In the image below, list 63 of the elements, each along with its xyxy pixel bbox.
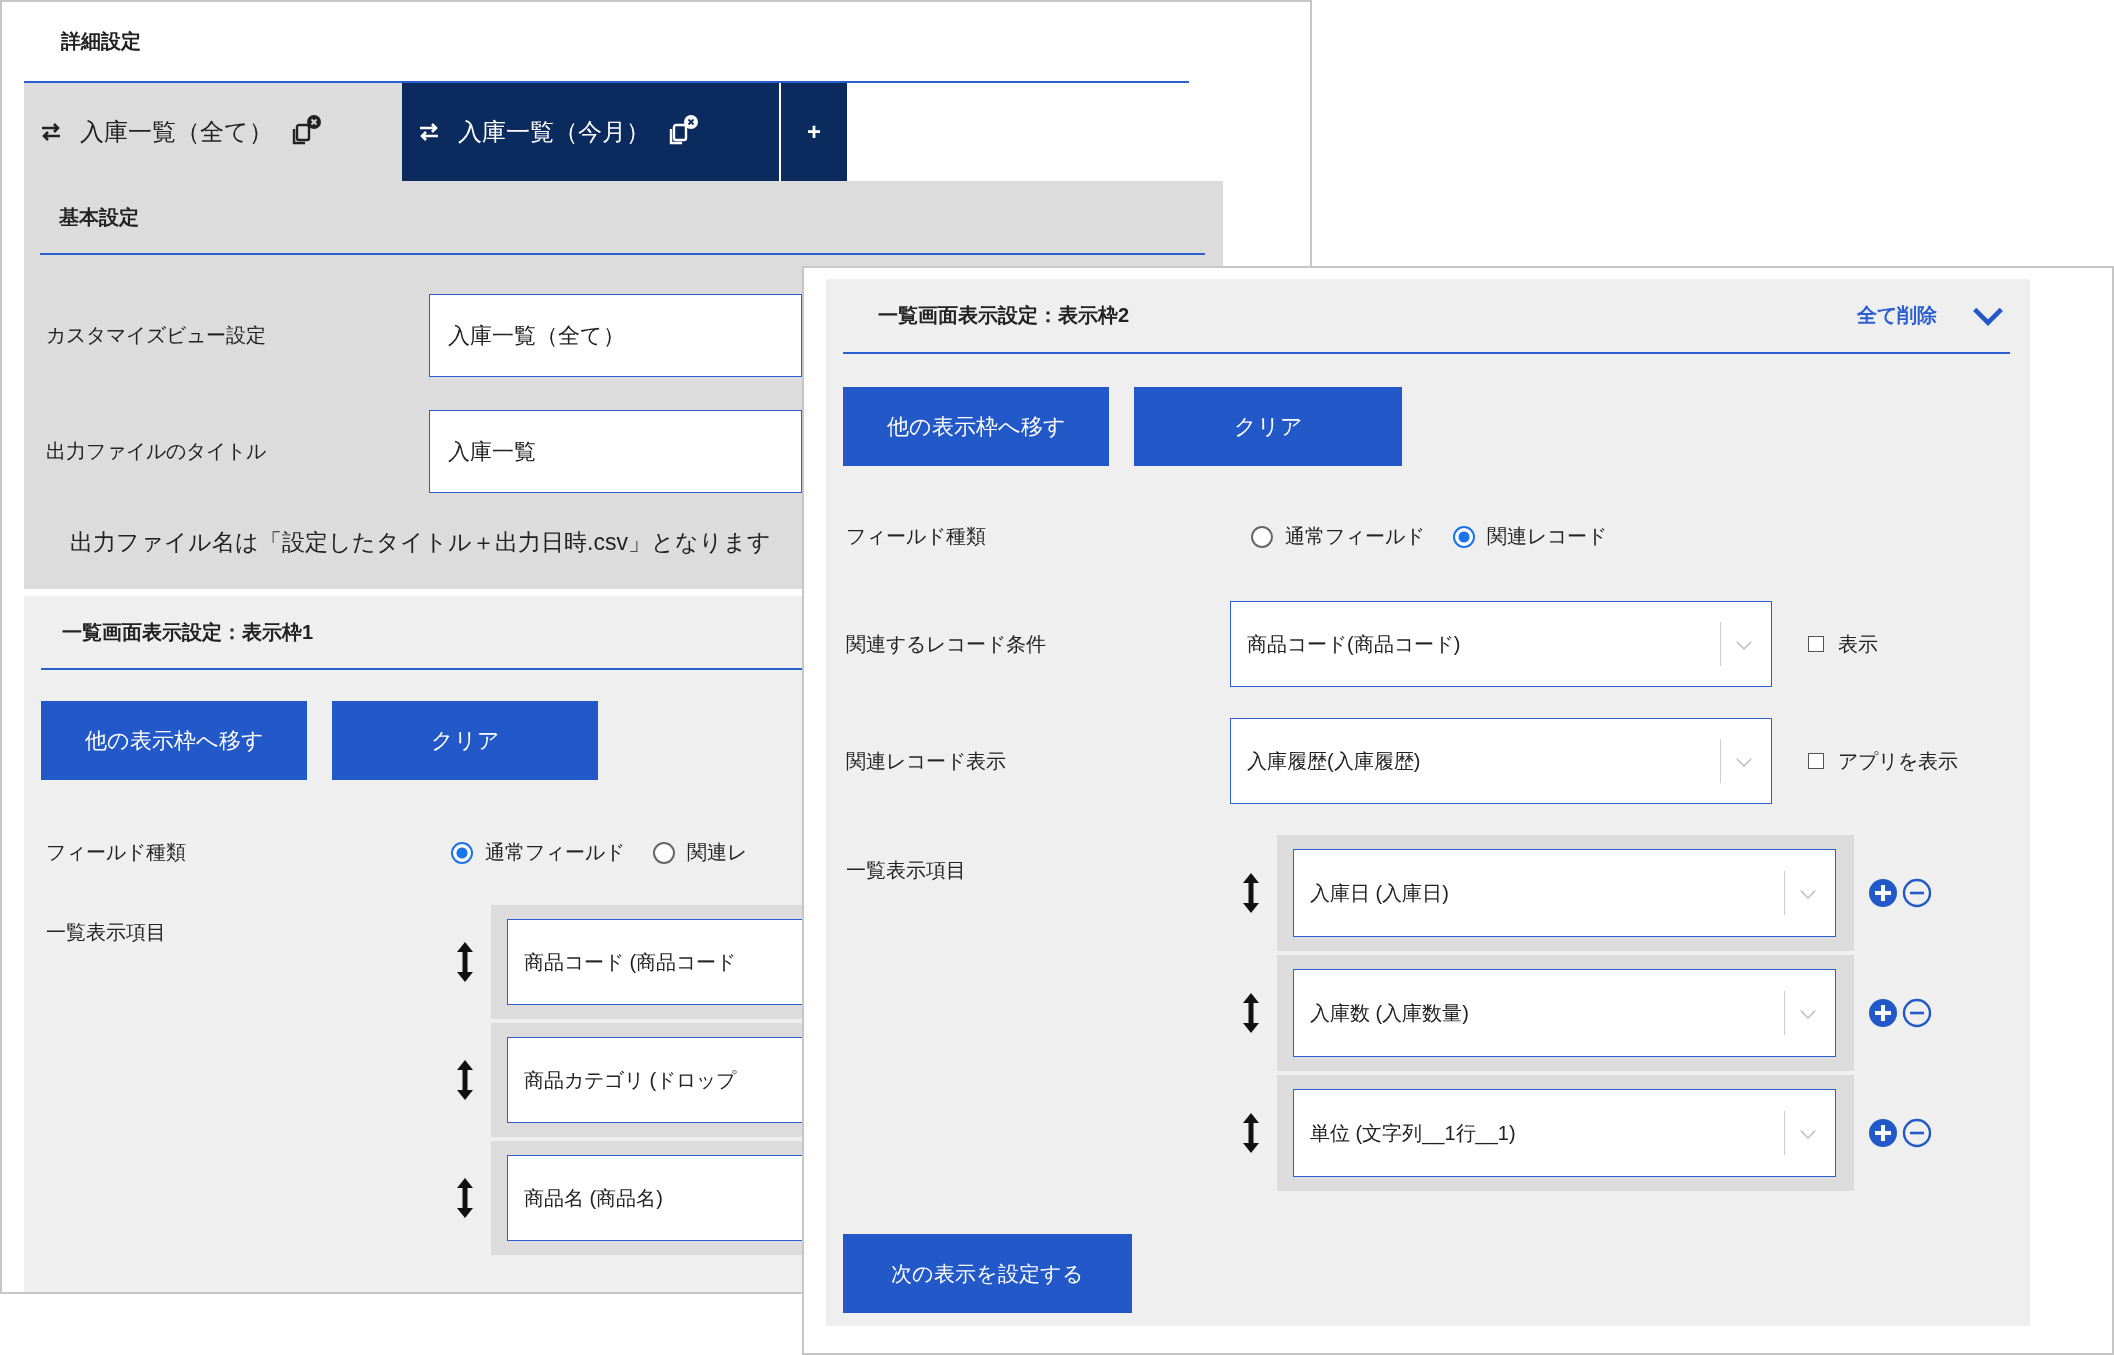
- radio-button[interactable]: [1251, 525, 1273, 548]
- tab[interactable]: 入庫一覧（今月）: [402, 83, 779, 181]
- drag-handle-icon[interactable]: [455, 1058, 475, 1102]
- action-button[interactable]: 他の表示枠へ移す: [843, 387, 1109, 466]
- field-label: カスタマイズビュー設定: [46, 323, 267, 348]
- dropdown[interactable]: 商品コード (商品コード: [507, 919, 803, 1005]
- drag-handle-icon[interactable]: [1241, 1111, 1261, 1155]
- dropdown[interactable]: 商品コード(商品コード): [1230, 601, 1772, 687]
- dropdown[interactable]: 商品カテゴリ (ドロップ: [507, 1037, 803, 1123]
- field-label: 関連レコード表示: [846, 748, 1007, 774]
- section-heading: 基本設定: [58, 204, 140, 230]
- action-button[interactable]: クリア: [1134, 387, 1402, 466]
- text-field[interactable]: 入庫一覧（全て）: [429, 294, 802, 377]
- checkbox[interactable]: [1808, 753, 1824, 769]
- field-label: 一覧表示項目: [846, 858, 967, 883]
- section-heading: 一覧画面表示設定：表示枠1: [62, 619, 314, 645]
- dropdown[interactable]: 入庫日 (入庫日): [1293, 849, 1836, 937]
- checkbox-label[interactable]: 表示: [1838, 630, 1878, 658]
- field-label: 一覧表示項目: [46, 920, 167, 945]
- delete-all-link[interactable]: 全て削除: [1857, 302, 1937, 329]
- chevron-down-icon[interactable]: [1971, 305, 2005, 326]
- field-label: フィールド種類: [46, 840, 187, 865]
- next-button[interactable]: 次の表示を設定する: [843, 1234, 1132, 1313]
- checkbox[interactable]: [1808, 636, 1824, 652]
- add-icon[interactable]: [1868, 1118, 1898, 1148]
- remove-icon[interactable]: [1902, 878, 1932, 908]
- copy-icon[interactable]: [668, 123, 688, 147]
- field-label: 関連するレコード条件: [846, 631, 1047, 657]
- dropdown[interactable]: 単位 (文字列__1行__1): [1293, 1089, 1836, 1177]
- hint-text: 出力ファイル名は「設定したタイトル＋出力日時.csv」となります: [70, 528, 771, 557]
- radio-label[interactable]: 通常フィールド: [485, 839, 625, 866]
- dropdown[interactable]: 商品名 (商品名): [507, 1155, 803, 1241]
- drag-handle-icon[interactable]: [455, 1176, 475, 1220]
- checkbox-label[interactable]: アプリを表示: [1838, 747, 1958, 775]
- radio-button[interactable]: [451, 841, 473, 864]
- radio-label[interactable]: 通常フィールド: [1285, 523, 1425, 550]
- swap-arrows-icon: [40, 122, 62, 142]
- tab[interactable]: 入庫一覧（全て）: [24, 83, 402, 181]
- radio-button[interactable]: [653, 841, 675, 864]
- dropdown[interactable]: 入庫数 (入庫数量): [1293, 969, 1836, 1057]
- remove-icon[interactable]: [1902, 1118, 1932, 1148]
- remove-icon[interactable]: [1902, 998, 1932, 1028]
- text-field[interactable]: 入庫一覧: [429, 410, 802, 493]
- section-heading: 一覧画面表示設定：表示枠2: [878, 303, 1130, 328]
- add-tab-button[interactable]: +: [779, 83, 847, 181]
- field-label: 出力ファイルのタイトル: [46, 439, 267, 464]
- add-icon[interactable]: [1868, 998, 1898, 1028]
- radio-label[interactable]: 関連レコード: [1487, 523, 1607, 550]
- close-icon[interactable]: [307, 115, 321, 129]
- copy-icon[interactable]: [291, 123, 311, 147]
- dropdown[interactable]: 入庫履歴(入庫履歴): [1230, 718, 1772, 804]
- action-button[interactable]: クリア: [332, 701, 598, 780]
- section-title: 詳細設定: [60, 29, 142, 54]
- drag-handle-icon[interactable]: [455, 940, 475, 984]
- radio-label[interactable]: 関連レ: [687, 839, 747, 866]
- radio-button[interactable]: [1453, 525, 1475, 548]
- swap-arrows-icon: [418, 122, 440, 142]
- action-button[interactable]: 他の表示枠へ移す: [41, 701, 307, 780]
- close-icon[interactable]: [684, 115, 698, 129]
- drag-handle-icon[interactable]: [1241, 871, 1261, 915]
- field-label: フィールド種類: [846, 524, 987, 549]
- add-icon[interactable]: [1868, 878, 1898, 908]
- drag-handle-icon[interactable]: [1241, 991, 1261, 1035]
